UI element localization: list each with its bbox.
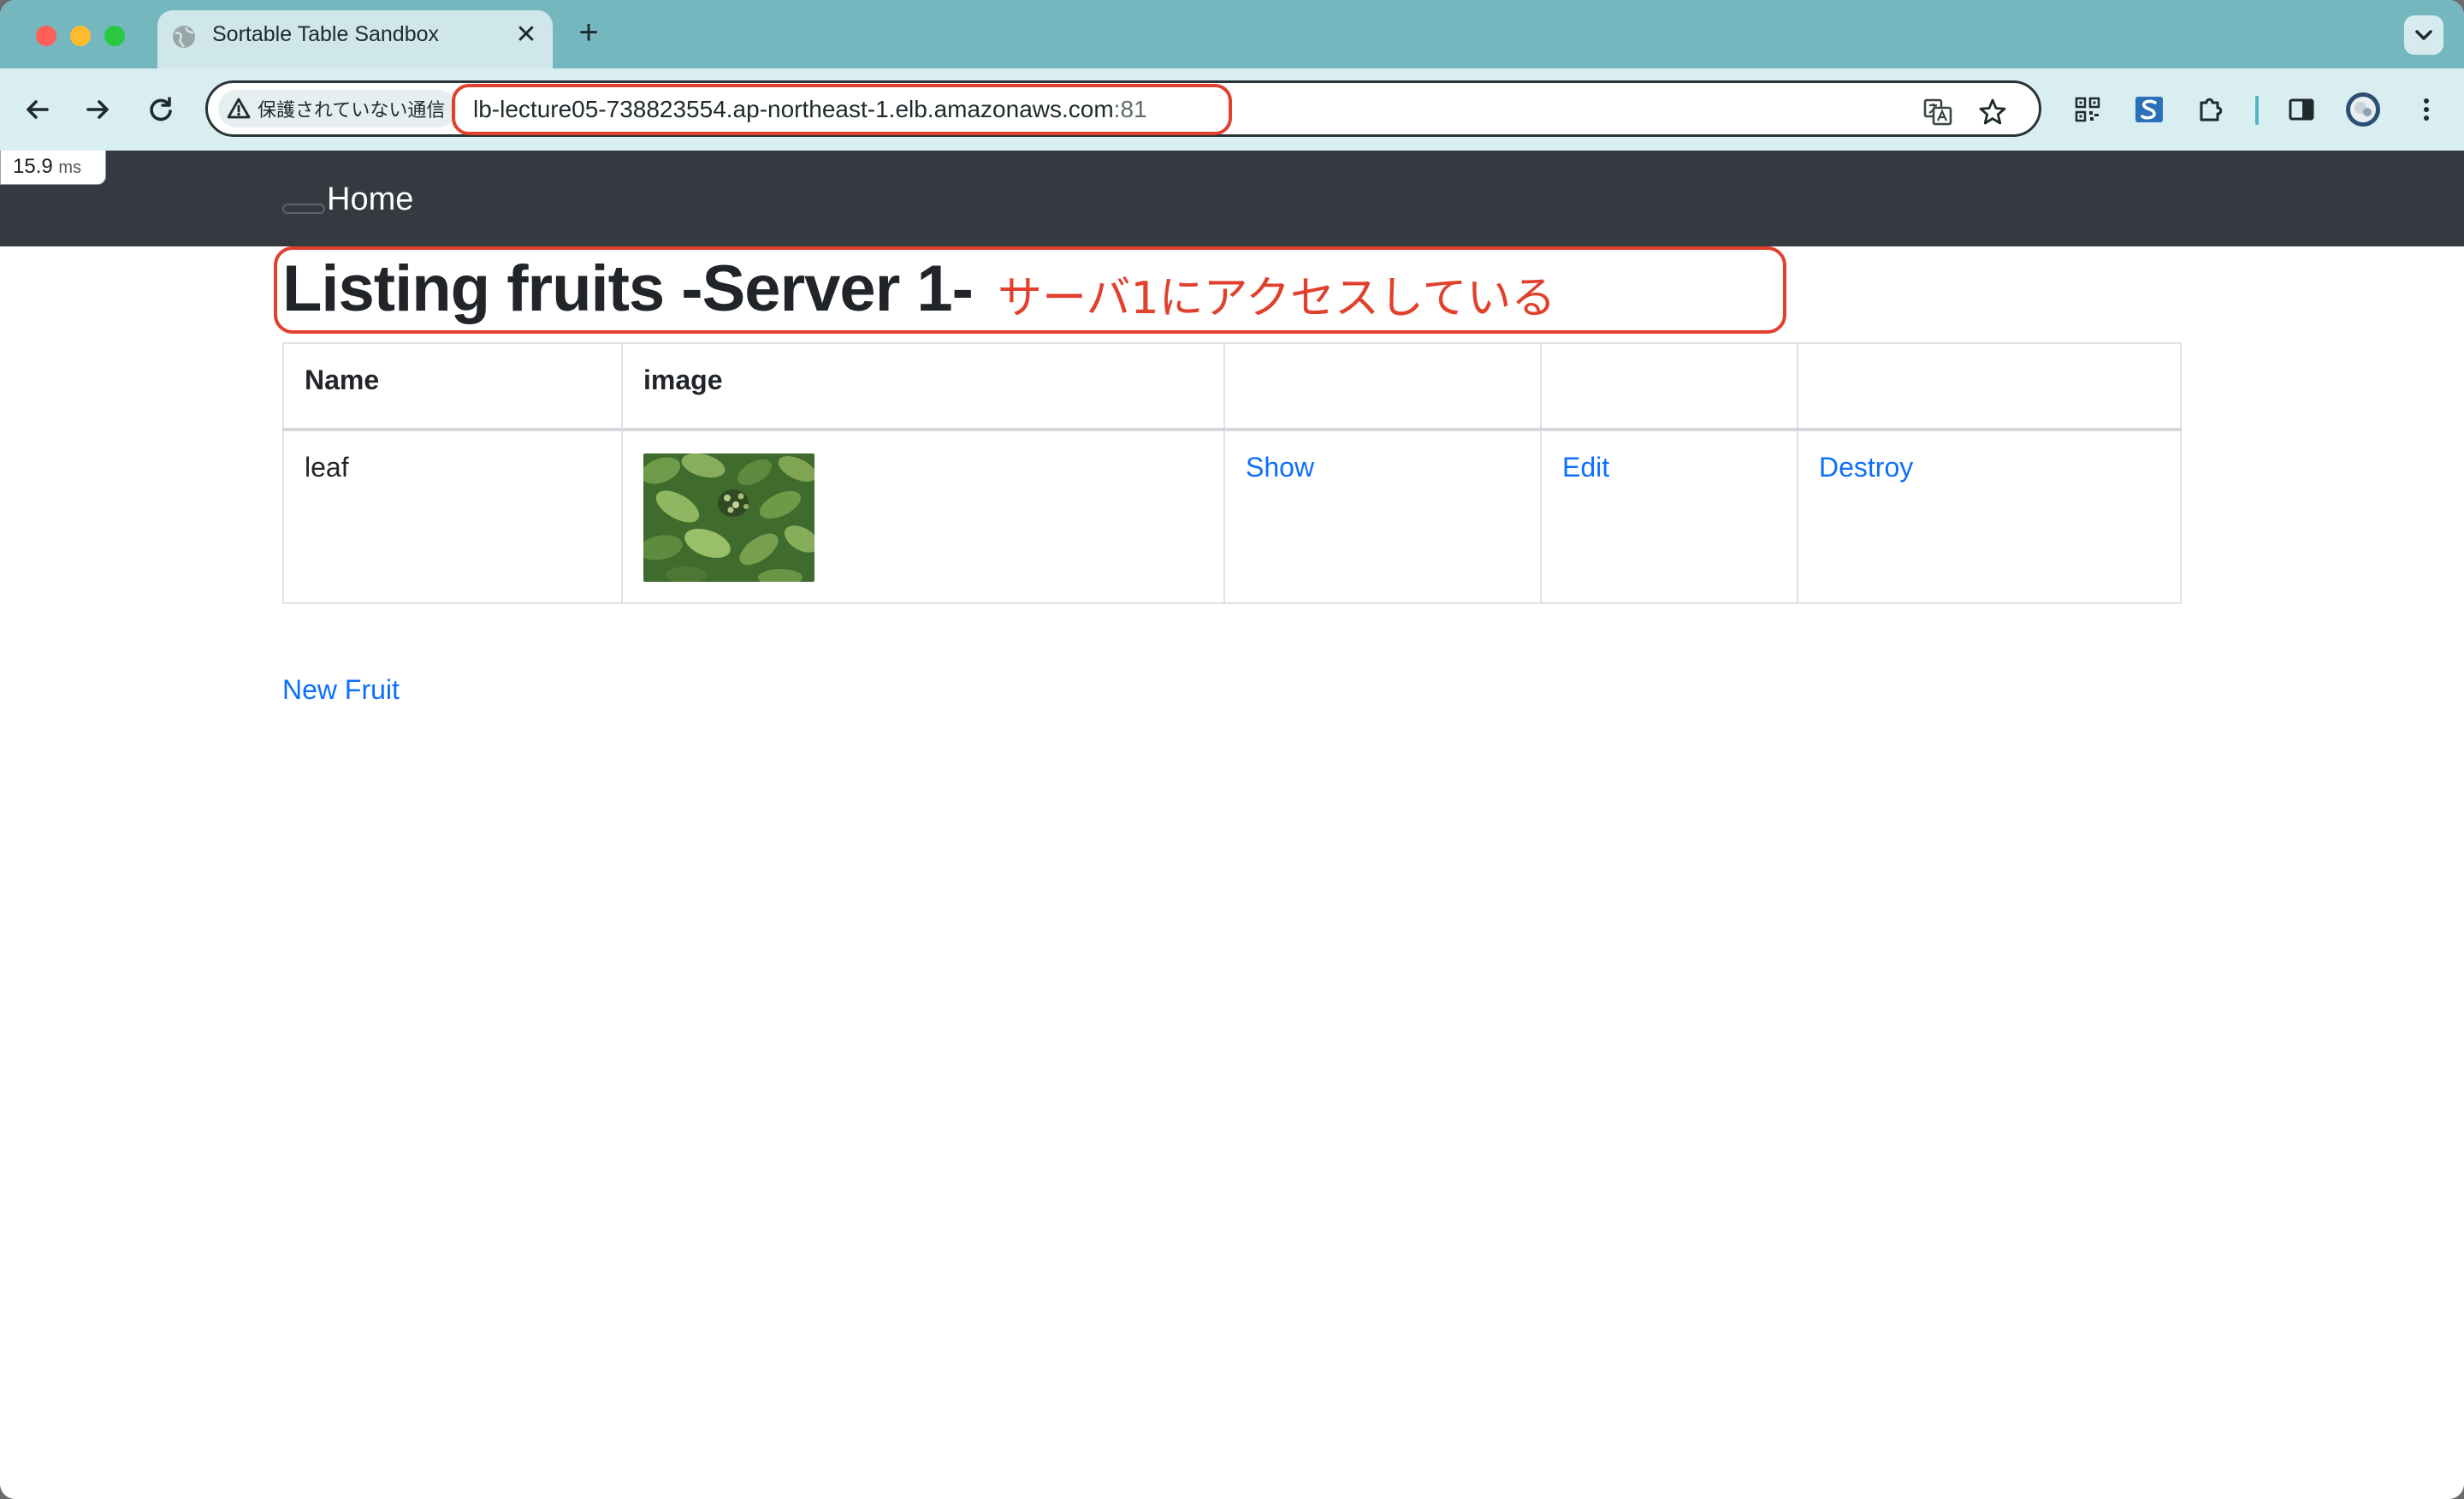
table-header-row: Name image bbox=[282, 342, 2182, 431]
column-header-name: Name bbox=[282, 342, 623, 431]
tab-search-button[interactable] bbox=[2404, 15, 2443, 55]
warning-icon bbox=[227, 98, 251, 119]
tab-sortable-table-sandbox[interactable]: Sortable Table Sandbox ✕ bbox=[157, 10, 553, 68]
toolbar-separator bbox=[2255, 96, 2259, 125]
minimize-window-button[interactable] bbox=[70, 26, 91, 46]
bookmark-star-icon bbox=[1979, 98, 2006, 125]
web-page: Home Listing fruits -Server 1- サーバ1にアクセス… bbox=[0, 151, 2464, 1499]
url-annotation-box bbox=[452, 84, 1232, 135]
back-button[interactable] bbox=[15, 87, 60, 132]
globe-icon bbox=[173, 26, 195, 48]
cell-edit: Edit bbox=[1540, 429, 1798, 604]
performance-value: 15.9 bbox=[13, 155, 53, 178]
table-row: leaf Show Edit Destroy bbox=[282, 429, 2182, 604]
bookmark-button[interactable] bbox=[1975, 95, 2010, 129]
translate-button[interactable] bbox=[1921, 95, 1955, 129]
heading-annotation-box bbox=[274, 246, 1786, 334]
cell-show: Show bbox=[1223, 429, 1542, 604]
destroy-link[interactable]: Destroy bbox=[1819, 452, 1913, 483]
performance-badge: 15.9 ms bbox=[0, 151, 106, 185]
new-tab-button[interactable]: + bbox=[572, 15, 606, 50]
zoom-window-button[interactable] bbox=[104, 26, 125, 46]
tab-title: Sortable Table Sandbox bbox=[212, 22, 440, 46]
side-panel-icon bbox=[2289, 98, 2314, 121]
forward-icon bbox=[86, 100, 109, 119]
qr-code-button[interactable] bbox=[2065, 87, 2110, 132]
nav-home-link[interactable]: Home bbox=[327, 181, 413, 218]
column-header-edit bbox=[1540, 342, 1798, 431]
translate-icon bbox=[1923, 98, 1952, 126]
tab-close-icon[interactable]: ✕ bbox=[512, 21, 541, 50]
back-icon bbox=[27, 100, 49, 119]
qr-code-icon bbox=[2075, 97, 2100, 122]
top-navbar: Home bbox=[0, 151, 2464, 246]
performance-unit: ms bbox=[58, 158, 82, 177]
extension-s-icon bbox=[2135, 97, 2163, 122]
navbar-toggler-button[interactable] bbox=[282, 204, 325, 214]
browser-window: Sortable Table Sandbox ✕ + 保護されていない通信 lb… bbox=[0, 0, 2464, 1499]
side-panel-button[interactable] bbox=[2279, 87, 2324, 132]
cell-image bbox=[621, 429, 1225, 604]
tab-strip: Sortable Table Sandbox ✕ + bbox=[0, 0, 2464, 68]
close-window-button[interactable] bbox=[36, 26, 56, 46]
column-header-show bbox=[1223, 342, 1542, 431]
security-chip-label: 保護されていない通信 bbox=[258, 99, 446, 121]
edit-link[interactable]: Edit bbox=[1562, 452, 1609, 483]
extension-s-button[interactable] bbox=[2127, 87, 2171, 132]
cell-name: leaf bbox=[282, 429, 623, 604]
show-link[interactable]: Show bbox=[1246, 452, 1314, 483]
puzzle-extensions-icon bbox=[2200, 98, 2223, 121]
column-header-image: image bbox=[621, 342, 1225, 431]
profile-avatar-icon bbox=[2346, 92, 2380, 127]
browser-toolbar: 保護されていない通信 lb-lecture05-738823554.ap-nor… bbox=[0, 68, 2464, 151]
forward-button[interactable] bbox=[75, 87, 120, 132]
more-menu-icon bbox=[2424, 98, 2429, 121]
fruit-image-thumbnail bbox=[643, 453, 814, 582]
more-menu-button[interactable] bbox=[2404, 87, 2449, 132]
reload-button[interactable] bbox=[139, 87, 183, 132]
cell-destroy: Destroy bbox=[1797, 429, 2182, 604]
column-header-destroy bbox=[1797, 342, 2182, 431]
reload-icon bbox=[150, 97, 172, 121]
chevron-down-icon bbox=[2415, 30, 2432, 40]
extensions-button[interactable] bbox=[2189, 87, 2233, 132]
new-fruit-link[interactable]: New Fruit bbox=[282, 674, 400, 706]
profile-button[interactable] bbox=[2341, 87, 2385, 132]
site-security-chip[interactable]: 保護されていない通信 bbox=[218, 90, 458, 127]
fruits-table: Name image leaf Show Edit Destroy bbox=[282, 342, 2182, 604]
